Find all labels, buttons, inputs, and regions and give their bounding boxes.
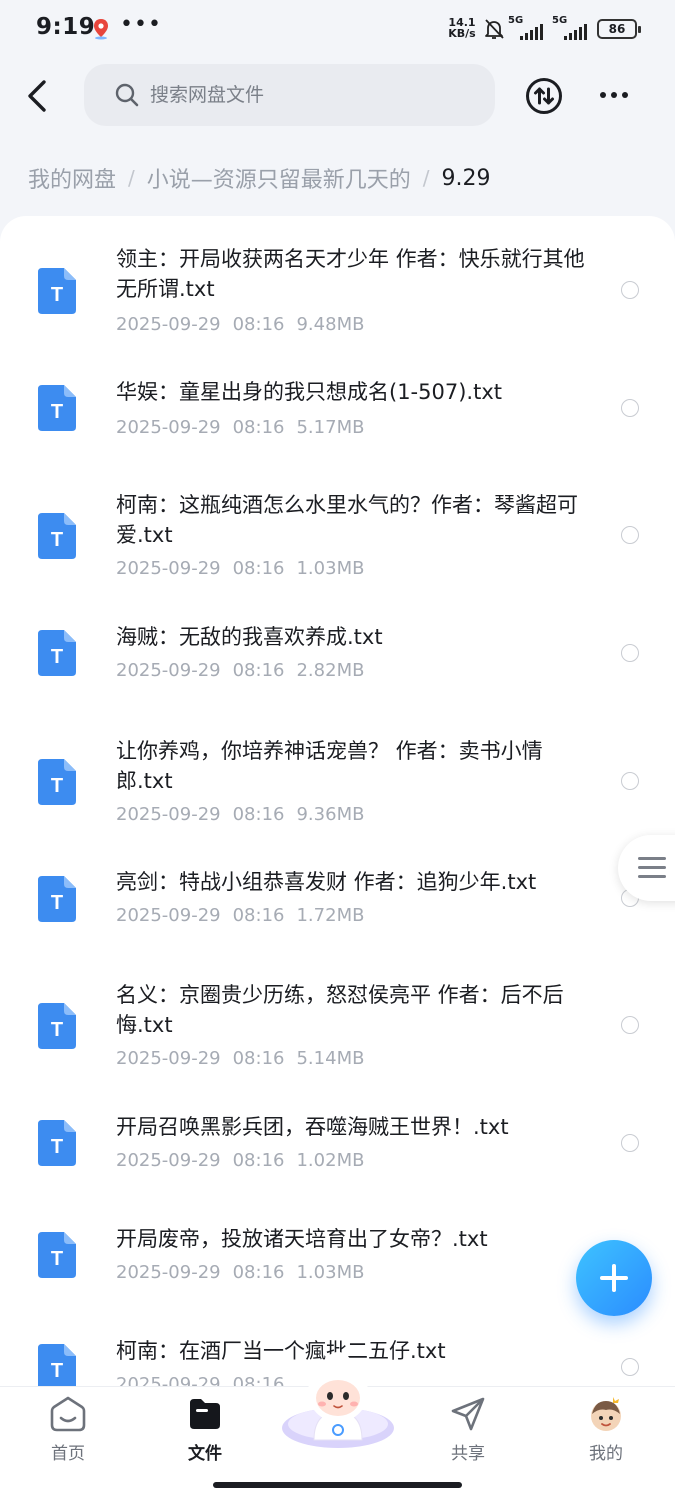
svg-text:T: T xyxy=(51,892,63,914)
breadcrumb-folder[interactable]: 小说—资源只留最新几天的 xyxy=(147,162,411,194)
svg-text:T: T xyxy=(51,401,63,423)
file-meta: 2025-09-29 08:16 9.48MB xyxy=(116,314,365,335)
select-radio[interactable] xyxy=(621,644,639,662)
file-name: 亮剑：特战小组恭喜发财 作者：追狗少年.txt xyxy=(116,870,537,894)
svg-text:T: T xyxy=(51,284,63,306)
select-radio[interactable] xyxy=(621,1016,639,1034)
svg-text:T: T xyxy=(51,529,63,551)
search-input[interactable] xyxy=(150,84,450,106)
file-meta: 2025-09-29 08:16 1.72MB xyxy=(116,905,365,926)
txt-file-icon: T xyxy=(38,1120,76,1166)
file-name: 让你养鸡，你培养神话宠兽？ 作者：卖书小情郎.txt xyxy=(116,739,543,793)
signal-strength-2: 5G xyxy=(552,15,592,40)
file-row[interactable]: T 开局召唤黑影兵团，吞噬海贼王世界！.txt 2025-09-29 08:16 1… xyxy=(0,1106,675,1218)
breadcrumb-root[interactable]: 我的网盘 xyxy=(28,162,116,194)
nav-files[interactable]: 文件 xyxy=(160,1395,250,1464)
send-icon xyxy=(451,1397,485,1431)
txt-file-icon: T xyxy=(38,268,76,314)
svg-text:T: T xyxy=(51,1360,63,1382)
file-name: 开局废帝，投放诸天培育出了女帝？.txt xyxy=(116,1227,488,1251)
txt-file-icon: T xyxy=(38,385,76,431)
menu-line-icon xyxy=(638,866,666,869)
file-name: 名义：京圈贵少历练，怒怼侯亮平 作者：后不后悔.txt xyxy=(116,983,564,1037)
file-meta: 2025-09-29 08:16 5.17MB xyxy=(116,417,365,438)
file-row[interactable]: T 华娱：童星出身的我只想成名(1-507).txt 2025-09-29 08:… xyxy=(0,346,675,466)
svg-text:T: T xyxy=(51,1248,63,1270)
home-face-icon xyxy=(50,1396,86,1432)
file-row[interactable]: T 名义：京圈贵少历练，怒怼侯亮平 作者：后不后悔.txt 2025-09-29… xyxy=(0,976,675,1106)
back-arrow-icon[interactable] xyxy=(20,76,60,116)
file-row[interactable]: T 亮剑：特战小组恭喜发财 作者：追狗少年.txt 2025-09-29 08:1… xyxy=(0,858,675,976)
select-radio[interactable] xyxy=(621,281,639,299)
ai-assistant-mascot-icon[interactable] xyxy=(280,1352,396,1452)
txt-file-icon: T xyxy=(38,1232,76,1278)
file-name: 柯南：这瓶纯酒怎么水里水气的？作者：琴酱超可爱.txt xyxy=(116,493,578,547)
txt-file-icon: T xyxy=(38,1344,76,1386)
file-row[interactable]: T 让你养鸡，你培养神话宠兽？ 作者：卖书小情郎.txt 2025-09-29 0… xyxy=(0,722,675,858)
file-row[interactable]: T 领主：开局收获两名天才少年 作者：快乐就行其他无所谓.txt 2025-09… xyxy=(0,216,675,346)
file-row[interactable]: T 柯南：这瓶纯酒怎么水里水气的？作者：琴酱超可爱.txt 2025-09-29… xyxy=(0,466,675,600)
more-dot-icon xyxy=(611,92,617,98)
select-radio[interactable] xyxy=(621,526,639,544)
breadcrumb-separator: / xyxy=(422,166,430,190)
select-radio[interactable] xyxy=(621,1134,639,1152)
file-meta: 2025-09-29 08:16 1.03MB xyxy=(116,558,365,579)
more-options-button[interactable] xyxy=(594,80,634,110)
svg-text:T: T xyxy=(51,1136,63,1158)
file-meta: 2025-09-29 08:16 1.03MB xyxy=(116,1262,365,1283)
signal-strength-1: 5G xyxy=(508,15,548,40)
txt-file-icon: T xyxy=(38,513,76,559)
nav-mine[interactable]: 我的 xyxy=(561,1395,651,1464)
file-meta: 2025-09-29 08:16 1.02MB xyxy=(116,1150,365,1171)
add-button[interactable] xyxy=(576,1240,652,1316)
file-row[interactable]: T 海贼：无敌的我喜欢养成.txt 2025-09-29 08:16 2.82MB xyxy=(0,600,675,722)
txt-file-icon: T xyxy=(38,630,76,676)
txt-file-icon: T xyxy=(38,876,76,922)
avatar-icon xyxy=(591,1397,621,1431)
txt-file-icon: T xyxy=(38,1003,76,1049)
transfer-list-icon[interactable] xyxy=(524,76,564,116)
menu-line-icon xyxy=(638,875,666,878)
file-name: 海贼：无敌的我喜欢养成.txt xyxy=(116,625,383,649)
home-indicator xyxy=(213,1482,462,1488)
breadcrumb-separator: / xyxy=(128,166,135,190)
file-list: T 领主：开局收获两名天才少年 作者：快乐就行其他无所谓.txt 2025-09… xyxy=(0,216,675,1386)
silent-bell-icon xyxy=(485,19,504,39)
status-time: 9:19 xyxy=(36,14,96,40)
select-radio[interactable] xyxy=(621,772,639,790)
status-bar: 9:19 ••• 14.1 KB/s 5G 5G 86 xyxy=(0,0,675,58)
svg-text:T: T xyxy=(51,646,63,668)
folder-icon xyxy=(190,1399,220,1429)
file-row[interactable]: T 开局废帝，投放诸天培育出了女帝？.txt 2025-09-29 08:16 1.… xyxy=(0,1218,675,1330)
file-meta: 2025-09-29 08:16 9.36MB xyxy=(116,804,365,825)
file-meta: 2025-09-29 08:16 2.82MB xyxy=(116,660,365,681)
location-pin-icon xyxy=(94,19,108,40)
notification-more-indicator: ••• xyxy=(120,12,162,37)
breadcrumb-current: 9.29 xyxy=(441,165,491,191)
more-dot-icon xyxy=(600,92,606,98)
battery-indicator: 86 xyxy=(597,19,641,39)
file-name: 领主：开局收获两名天才少年 作者：快乐就行其他无所谓.txt xyxy=(116,247,585,301)
select-radio[interactable] xyxy=(621,399,639,417)
file-name: 开局召唤黑影兵团，吞噬海贼王世界！.txt xyxy=(116,1115,509,1139)
network-speed: 14.1 KB/s xyxy=(448,16,476,40)
svg-text:T: T xyxy=(51,775,63,797)
breadcrumb: 我的网盘 / 小说—资源只留最新几天的 / 9.29 xyxy=(28,162,491,194)
file-meta: 2025-09-29 08:16 5.14MB xyxy=(116,1048,365,1069)
svg-text:T: T xyxy=(51,1019,63,1041)
select-radio[interactable] xyxy=(621,1358,639,1376)
side-menu-handle[interactable] xyxy=(618,835,675,901)
file-name: 华娱：童星出身的我只想成名(1-507).txt xyxy=(116,380,502,404)
menu-line-icon xyxy=(638,857,666,860)
more-dot-icon xyxy=(622,92,628,98)
search-bar[interactable] xyxy=(84,64,495,126)
nav-share[interactable]: 共享 xyxy=(423,1395,513,1464)
txt-file-icon: T xyxy=(38,759,76,805)
nav-home[interactable]: 首页 xyxy=(23,1395,113,1464)
search-icon xyxy=(115,83,139,107)
